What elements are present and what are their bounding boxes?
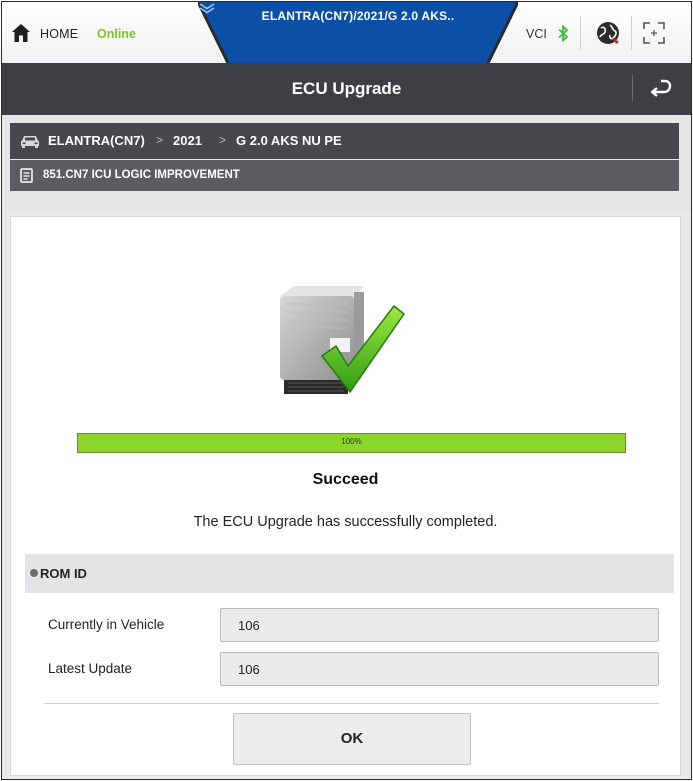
- current-rom-field: 106: [220, 608, 659, 642]
- top-bar: HOME Online ELANTRA(CN7)/2021/G 2.0 AKS.…: [2, 2, 691, 63]
- status-title: Succeed: [312, 471, 379, 488]
- upgrade-subject-row: 851.CN7 ICU LOGIC IMPROVEMENT: [10, 160, 679, 191]
- vci-label: VCI: [526, 27, 547, 41]
- vehicle-title: ELANTRA(CN7)/2021/G 2.0 AKS..: [261, 9, 455, 23]
- breadcrumb-separator: >: [156, 133, 164, 147]
- current-rom-value: 106: [238, 618, 260, 633]
- page-title: ECU Upgrade: [291, 79, 402, 98]
- upgrade-progress-bar: 100%: [77, 433, 626, 453]
- status-message: The ECU Upgrade has successfully complet…: [193, 514, 498, 530]
- latest-rom-field: 106: [220, 652, 659, 686]
- result-panel: 100% Succeed The ECU Upgrade has success…: [10, 216, 681, 776]
- breadcrumb-item-engine[interactable]: G 2.0 AKS NU PE: [236, 133, 342, 148]
- bluetooth-icon: [558, 25, 569, 42]
- progress-label: 100%: [341, 437, 362, 446]
- rom-id-header: ROM ID: [25, 554, 674, 593]
- vehicle-selector-tab[interactable]: ELANTRA(CN7)/2021/G 2.0 AKS..: [198, 2, 518, 63]
- breadcrumb-item-year[interactable]: 2021: [173, 133, 202, 148]
- breadcrumb-area: ELANTRA(CN7) > 2021 > G 2.0 AKS NU PE 85…: [2, 115, 691, 210]
- back-icon[interactable]: [648, 76, 674, 102]
- title-bar: ECU Upgrade: [2, 63, 691, 115]
- online-status: Online: [97, 27, 136, 41]
- expand-icon[interactable]: [643, 22, 665, 44]
- ok-button[interactable]: OK: [233, 713, 471, 765]
- home-label[interactable]: HOME: [40, 27, 78, 41]
- rom-id-title: ROM ID: [40, 566, 87, 581]
- latest-rom-value: 106: [238, 662, 260, 677]
- ecu-success-icon: [280, 286, 406, 394]
- home-icon[interactable]: [11, 23, 31, 43]
- document-icon: [20, 168, 33, 183]
- current-rom-label: Currently in Vehicle: [48, 617, 165, 632]
- chevron-down-icon[interactable]: [198, 2, 216, 14]
- top-bar-divider: [631, 16, 632, 50]
- app-window: HOME Online ELANTRA(CN7)/2021/G 2.0 AKS.…: [1, 1, 692, 780]
- breadcrumb: ELANTRA(CN7) > 2021 > G 2.0 AKS NU PE: [10, 123, 679, 159]
- top-bar-divider: [580, 16, 581, 50]
- breadcrumb-item-model[interactable]: ELANTRA(CN7): [48, 133, 145, 148]
- bullet-icon: [30, 569, 38, 577]
- breadcrumb-separator: >: [219, 133, 227, 147]
- car-icon: [21, 136, 39, 148]
- globe-icon[interactable]: [595, 20, 621, 46]
- title-bar-divider: [632, 75, 633, 101]
- upgrade-subject: 851.CN7 ICU LOGIC IMPROVEMENT: [43, 169, 240, 181]
- divider: [44, 703, 659, 704]
- latest-rom-label: Latest Update: [48, 661, 133, 676]
